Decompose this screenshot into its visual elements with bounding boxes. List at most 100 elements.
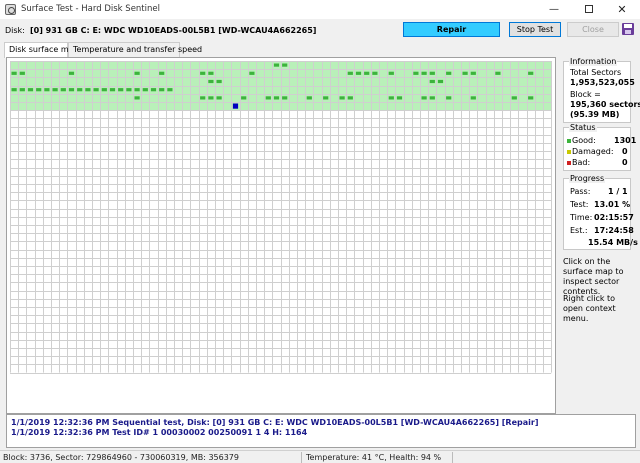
disk-label: Disk: [5,26,25,35]
good-block-marker[interactable] [413,71,419,75]
status-divider [452,452,453,463]
save-icon[interactable] [622,23,634,35]
good-block-marker[interactable] [101,88,107,92]
good-block-marker[interactable] [429,79,435,84]
good-block-marker[interactable] [470,71,476,75]
good-block-marker[interactable] [437,79,444,84]
surface-map-grid[interactable] [10,61,553,374]
pass-label: Pass: [570,187,591,196]
good-block-marker[interactable] [150,88,157,92]
good-block-marker[interactable] [273,63,280,67]
good-block-marker[interactable] [511,96,517,100]
current-block-marker[interactable] [232,103,239,109]
good-block-marker[interactable] [347,96,353,100]
good-block-marker[interactable] [109,88,116,92]
tab-disk-surface-map[interactable]: Disk surface map [4,42,79,58]
good-block-marker[interactable] [216,79,222,84]
status-divider [301,452,302,463]
good-block-marker[interactable] [528,71,534,75]
good-block-marker[interactable] [470,96,476,100]
close-button[interactable]: Close [567,22,619,37]
good-block-marker[interactable] [159,71,165,75]
status-bad-label: Bad: [567,158,590,167]
good-block-marker[interactable] [118,88,124,92]
good-block-marker[interactable] [273,96,280,100]
good-block-marker[interactable] [495,71,501,75]
good-block-marker[interactable] [528,96,534,100]
good-block-marker[interactable] [462,71,468,75]
good-block-marker[interactable] [167,88,173,92]
est-value: 17:24:58 [594,226,634,235]
good-block-marker[interactable] [282,96,288,100]
good-block-marker[interactable] [208,79,214,84]
good-block-marker[interactable] [200,96,206,100]
good-block-marker[interactable] [11,71,17,75]
information-box: Information Total Sectors 1,953,523,055 … [563,57,640,123]
good-block-marker[interactable] [396,96,403,100]
good-block-marker[interactable] [355,71,362,75]
damaged-label-text: Damaged: [572,147,614,156]
est-label: Est.: [570,226,588,235]
good-block-marker[interactable] [52,88,58,92]
temperature-health: Temperature: 41 °C, Health: 94 % [306,453,442,462]
good-block-marker[interactable] [134,96,140,100]
good-block-marker[interactable] [77,88,83,92]
good-block-marker[interactable] [339,96,345,100]
good-block-marker[interactable] [200,71,206,75]
tab-temperature-transfer-speed[interactable]: Temperature and transfer speed [68,42,202,57]
maximize-icon [585,5,593,13]
good-block-marker[interactable] [159,88,165,92]
good-block-marker[interactable] [372,71,378,75]
good-block-marker[interactable] [19,71,25,75]
good-block-marker[interactable] [364,71,370,75]
good-block-marker[interactable] [421,71,427,75]
stop-test-button[interactable]: Stop Test [509,22,561,37]
good-block-marker[interactable] [44,88,50,92]
app-icon [5,4,16,15]
status-good-label: Good: [567,136,596,145]
good-block-marker[interactable] [446,71,452,75]
good-block-marker[interactable] [68,88,75,92]
time-label: Time: [570,213,593,222]
bad-color-icon [567,160,571,165]
good-block-marker[interactable] [429,96,435,100]
repair-button[interactable]: Repair [403,22,500,37]
good-block-marker[interactable] [36,88,42,92]
good-block-marker[interactable] [347,71,353,75]
maximize-button[interactable] [575,0,603,19]
good-block-marker[interactable] [306,96,312,100]
good-block-marker[interactable] [208,96,214,100]
good-block-marker[interactable] [323,96,329,100]
good-block-marker[interactable] [68,71,75,75]
good-block-marker[interactable] [429,71,435,75]
good-block-marker[interactable] [446,96,452,100]
block-info: Block: 3736, Sector: 729864960 - 7300603… [3,453,239,462]
good-block-marker[interactable] [241,96,247,100]
log-line: 1/1/2019 12:32:36 PM Test ID# 1 00030002… [11,428,308,437]
good-block-marker[interactable] [388,71,394,75]
status-damaged-value: 0 [622,147,628,156]
good-block-marker[interactable] [208,71,214,75]
close-window-button[interactable]: ✕ [608,0,636,19]
good-block-marker[interactable] [93,88,99,92]
good-block-marker[interactable] [249,71,255,75]
good-block-marker[interactable] [27,88,34,92]
good-block-marker[interactable] [282,63,288,67]
good-block-marker[interactable] [11,88,17,92]
good-block-marker[interactable] [421,96,427,100]
good-block-marker[interactable] [265,96,271,100]
good-block-marker[interactable] [60,88,66,92]
good-block-marker[interactable] [134,88,140,92]
good-block-marker[interactable] [388,96,394,100]
good-block-marker[interactable] [216,96,222,100]
good-block-marker[interactable] [142,88,148,92]
good-block-marker[interactable] [19,88,25,92]
minimize-button[interactable]: — [540,0,568,19]
information-title: Information [569,57,618,66]
surface-map[interactable] [6,57,556,414]
disk-name: [0] 931 GB C: E: WDC WD10EADS-00L5B1 [WD… [30,26,317,35]
good-block-marker[interactable] [85,88,91,92]
log-panel[interactable]: 1/1/2019 12:32:36 PM Sequential test, Di… [6,414,636,448]
good-block-marker[interactable] [126,88,132,92]
good-block-marker[interactable] [134,71,140,75]
